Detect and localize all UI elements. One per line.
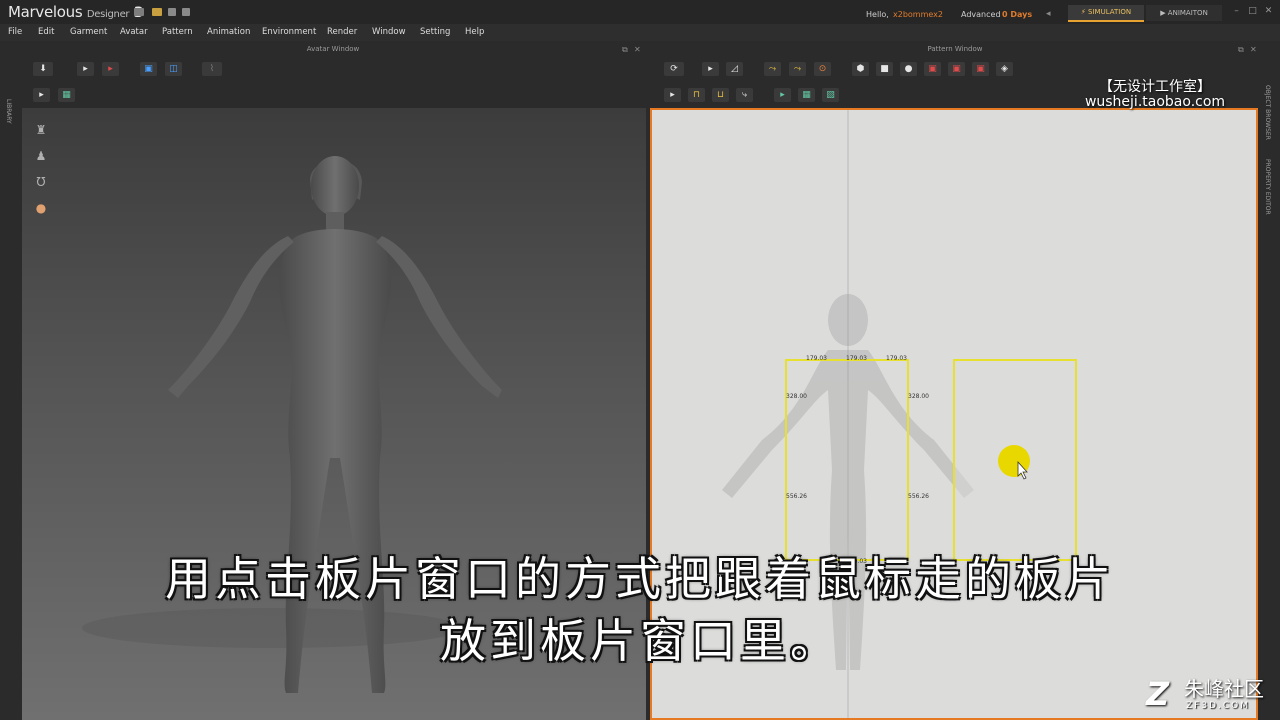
avatar-right-arm xyxy=(376,236,502,398)
tab-animation[interactable]: ▶ ANIMAITON xyxy=(1146,5,1222,21)
open-icon[interactable] xyxy=(152,8,162,16)
select-move-button[interactable]: ▸ xyxy=(77,62,94,76)
segment-sewing-button[interactable]: ▸ xyxy=(664,88,681,102)
tab-simulation-label: SIMULATION xyxy=(1088,8,1132,16)
watermark-line1: 【无设计工作室】 xyxy=(1099,79,1211,95)
edit-pattern-button[interactable]: ▸ xyxy=(702,62,719,76)
avatar-left-arm xyxy=(168,236,294,398)
menu-environment[interactable]: Environment xyxy=(262,27,316,37)
refresh-pattern-button[interactable]: ⟳ xyxy=(664,62,684,76)
texture-transform-button[interactable]: ▧ xyxy=(822,88,839,102)
segment-length-label: 328.00 xyxy=(908,393,929,400)
tab-animation-label: ANIMAITON xyxy=(1167,9,1208,17)
avatar-window-close-icon[interactable]: ✕ xyxy=(634,45,641,54)
menu-file[interactable]: File xyxy=(8,27,22,37)
maximize-icon[interactable]: □ xyxy=(1248,7,1257,16)
menu-bar: File Edit Garment Avatar Pattern Animati… xyxy=(0,24,1280,41)
watermark: 【无设计工作室】 wusheji.taobao.com xyxy=(1060,80,1250,110)
close-icon[interactable]: ✕ xyxy=(1264,7,1273,16)
menu-garment[interactable]: Garment xyxy=(70,27,107,37)
internal-polygon-button[interactable]: ▣ xyxy=(924,62,941,76)
days-left: 0 Days xyxy=(1002,10,1033,19)
simulation-icon: ⚡ xyxy=(1080,8,1089,16)
avatar-head xyxy=(311,156,359,216)
menu-window[interactable]: Window xyxy=(372,27,406,37)
segment-length-label: 179.03 xyxy=(886,355,907,362)
transform-pattern-button[interactable]: ▸ xyxy=(33,88,50,102)
internal-circle-button[interactable]: ▣ xyxy=(972,62,989,76)
menu-edit[interactable]: Edit xyxy=(38,27,54,37)
head-icon[interactable]: ● xyxy=(33,200,49,216)
minimize-icon[interactable]: – xyxy=(1232,7,1241,16)
save-icon[interactable] xyxy=(134,8,144,16)
brand-name: 朱峰社区 xyxy=(1184,677,1264,701)
subtitle: 用点击板片窗口的方式把跟着鼠标走的板片 放到板片窗口里。 xyxy=(0,548,1280,672)
pattern-window-restore-icon[interactable]: ⧉ xyxy=(1238,45,1244,55)
segment-length-label: 179.03 xyxy=(846,355,867,362)
select-pin-button[interactable]: ▸ xyxy=(102,62,119,76)
app-name-small: Designer xyxy=(86,9,130,20)
avatar-window-restore-icon[interactable]: ⧉ xyxy=(622,45,628,55)
menu-pattern[interactable]: Pattern xyxy=(162,27,193,37)
hello-label: Hello, xyxy=(866,10,889,19)
back-arrow-icon[interactable]: ◂ xyxy=(1046,9,1051,19)
watermark-line2: wusheji.taobao.com xyxy=(1084,94,1226,110)
simulate-down-button[interactable]: ⬇ xyxy=(33,62,53,76)
brand-logo: Z 朱峰社区 ZF3D.COM xyxy=(1146,676,1276,716)
app-logo: Marvelous Designer 3 xyxy=(8,3,143,21)
object-browser-tab[interactable]: OBJECT BROWSER xyxy=(1264,85,1271,140)
animation-icon: ▶ xyxy=(1160,9,1168,17)
property-editor-tab[interactable]: PROPERTY EDITOR xyxy=(1264,159,1271,215)
avatar-window-header: Avatar Window xyxy=(306,45,360,53)
circle-button[interactable]: ● xyxy=(900,62,917,76)
segment-length-label: 328.00 xyxy=(786,393,807,400)
measure-tool-button[interactable]: ⌇ xyxy=(202,62,222,76)
add-point-button[interactable]: ⤳ xyxy=(764,62,781,76)
pattern-window-header: Pattern Window xyxy=(927,45,983,53)
arrange-avatar-button[interactable]: ◫ xyxy=(165,62,182,76)
rectangle-button[interactable]: ■ xyxy=(876,62,893,76)
undo-icon[interactable] xyxy=(168,8,176,16)
user-name[interactable]: x2bommex2 xyxy=(893,10,943,19)
internal-rectangle-button[interactable]: ▣ xyxy=(948,62,965,76)
shirt-icon[interactable]: Ʊ xyxy=(33,174,49,190)
title-bar: Marvelous Designer 3 Hello, x2bommex2 Ad… xyxy=(0,0,1280,24)
menu-render[interactable]: Render xyxy=(327,27,357,37)
segment-length-label: 556.26 xyxy=(786,493,807,500)
tab-simulation[interactable]: ⚡ SIMULATION xyxy=(1068,5,1144,22)
menu-avatar[interactable]: Avatar xyxy=(120,27,148,37)
segment-length-label: 179.03 xyxy=(806,355,827,362)
edit-texture-button[interactable]: ▸ xyxy=(774,88,791,102)
pattern-window-close-icon[interactable]: ✕ xyxy=(1250,45,1257,54)
avatar-neck xyxy=(326,212,344,230)
menu-animation[interactable]: Animation xyxy=(207,27,250,37)
segment-length-label: 556.26 xyxy=(908,493,929,500)
dart-button[interactable]: ◈ xyxy=(996,62,1013,76)
arrange-point-button[interactable]: ▣ xyxy=(140,62,157,76)
edit-point-button[interactable]: ◿ xyxy=(726,62,743,76)
menu-help[interactable]: Help xyxy=(465,27,484,37)
texture-grid-button[interactable]: ▦ xyxy=(798,88,815,102)
redo-icon[interactable] xyxy=(182,8,190,16)
brand-url: ZF3D.COM xyxy=(1186,701,1250,711)
free-sewing-button[interactable]: ⊓ xyxy=(688,88,705,102)
avatar-icon[interactable]: ♟ xyxy=(33,148,49,164)
curvature-button[interactable]: ⊙ xyxy=(814,62,831,76)
brand-mark: Z xyxy=(1146,675,1170,713)
library-label: LIBRARY xyxy=(5,99,12,124)
edit-curve-button[interactable]: ⤳ xyxy=(789,62,806,76)
subtitle-line2: 放到板片窗口里。 xyxy=(440,614,840,668)
app-name: Marvelous xyxy=(8,3,83,21)
edition-label: Advanced xyxy=(961,10,1001,19)
edit-sewing-button[interactable]: ⊔ xyxy=(712,88,729,102)
menu-setting[interactable]: Setting xyxy=(420,27,450,37)
subtitle-line1: 用点击板片窗口的方式把跟着鼠标走的板片 xyxy=(165,552,1115,606)
tack-button[interactable]: ⤷ xyxy=(736,88,753,102)
polygon-button[interactable]: ⬢ xyxy=(852,62,869,76)
garment-icon[interactable]: ♜ xyxy=(33,122,49,138)
texture-select-button[interactable]: ▦ xyxy=(58,88,75,102)
